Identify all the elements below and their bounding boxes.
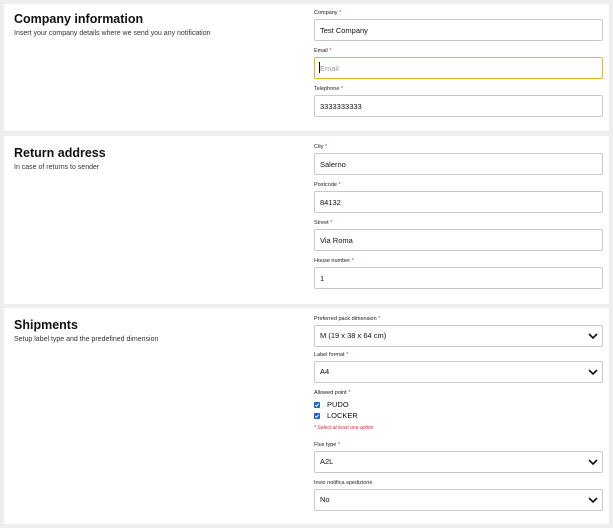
company-information-card: Company information Insert your company … xyxy=(4,4,609,131)
checkbox-checked-icon[interactable] xyxy=(314,402,320,408)
company-information-header: Company information Insert your company … xyxy=(14,12,304,38)
email-input[interactable] xyxy=(314,57,603,79)
checkbox-locker[interactable]: LOCKER xyxy=(314,411,358,421)
house-number-input[interactable] xyxy=(314,267,603,289)
invio-notifica-select[interactable]: No xyxy=(314,489,603,511)
label-format-select[interactable]: A4 xyxy=(314,361,603,383)
invio-notifica-label: Invio notifica spedizione xyxy=(314,480,373,486)
postcode-field: Postcode * xyxy=(314,182,603,213)
street-field: Street * xyxy=(314,220,603,251)
checkbox-label: PUDO xyxy=(327,400,349,409)
selected-value: No xyxy=(320,495,330,504)
section-title: Shipments xyxy=(14,318,78,332)
label-format-field: Label format * A4 xyxy=(314,352,603,383)
telephone-label: Telephone * xyxy=(314,86,344,92)
email-label: Email * xyxy=(314,48,332,54)
telephone-input[interactable] xyxy=(314,95,603,117)
house-number-field: House number * xyxy=(314,258,603,289)
chevron-down-icon xyxy=(588,333,598,340)
telephone-field: Telephone * xyxy=(314,86,603,117)
pack-dimension-field: Preferred pack dimension * M (19 x 38 x … xyxy=(314,316,603,347)
chevron-down-icon xyxy=(588,497,598,504)
checkbox-label: LOCKER xyxy=(327,411,358,420)
shipments-card: Shipments Setup label type and the prede… xyxy=(4,308,609,524)
chevron-down-icon xyxy=(588,369,598,376)
section-subtitle: In case of returns to sender xyxy=(14,164,100,171)
text-caret xyxy=(319,62,320,73)
city-input[interactable] xyxy=(314,153,603,175)
flux-type-field: Flux type * A2L xyxy=(314,442,603,473)
pack-dimension-select[interactable]: M (19 x 38 x 64 cm) xyxy=(314,325,603,347)
street-input[interactable] xyxy=(314,229,603,251)
company-field: Company * xyxy=(314,10,603,41)
section-title: Return address xyxy=(14,146,106,160)
postcode-input[interactable] xyxy=(314,191,603,213)
selected-value: A2L xyxy=(320,457,334,466)
chevron-down-icon xyxy=(588,459,598,466)
section-subtitle: Insert your company details where we sen… xyxy=(14,30,211,37)
invio-notifica-field: Invio notifica spedizione No xyxy=(314,480,603,511)
section-title: Company information xyxy=(14,12,144,26)
flux-type-select[interactable]: A2L xyxy=(314,451,603,473)
validation-hint: * Select at least one option xyxy=(314,425,374,431)
return-address-card: Return address In case of returns to sen… xyxy=(4,136,609,304)
email-field: Email * xyxy=(314,48,603,79)
selected-value: A4 xyxy=(320,367,330,376)
city-label: City * xyxy=(314,144,328,150)
section-subtitle: Setup label type and the predefined dime… xyxy=(14,336,159,343)
checkbox-pudo[interactable]: PUDO xyxy=(314,400,349,410)
city-field: City * xyxy=(314,144,603,175)
street-label: Street * xyxy=(314,220,333,226)
label-format-label: Label format * xyxy=(314,352,349,358)
shipments-header: Shipments Setup label type and the prede… xyxy=(14,318,304,344)
allowed-point-field: Allowed point * PUDO LOCKER * Select at … xyxy=(314,390,603,431)
company-label: Company * xyxy=(314,10,342,16)
flux-type-label: Flux type * xyxy=(314,442,340,448)
allowed-point-label: Allowed point * xyxy=(314,390,351,396)
pack-dimension-label: Preferred pack dimension * xyxy=(314,316,381,322)
return-address-header: Return address In case of returns to sen… xyxy=(14,146,304,172)
checkbox-checked-icon[interactable] xyxy=(314,413,320,419)
house-number-label: House number * xyxy=(314,258,354,264)
company-input[interactable] xyxy=(314,19,603,41)
postcode-label: Postcode * xyxy=(314,182,341,188)
selected-value: M (19 x 38 x 64 cm) xyxy=(320,331,387,340)
